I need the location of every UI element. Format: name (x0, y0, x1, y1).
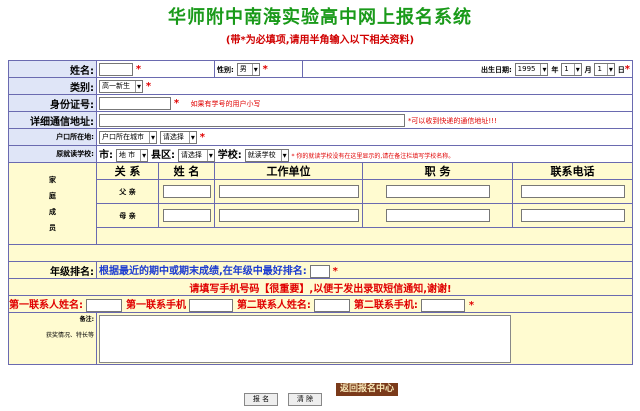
family-side-label: 家 庭 成 员 (8, 162, 97, 245)
birth-required: * (624, 63, 631, 75)
gender-required: * (262, 63, 268, 75)
family-header-position: 职 务 (362, 162, 514, 180)
mother-phone-input[interactable] (520, 209, 625, 222)
father-name-input[interactable] (162, 185, 211, 198)
family-side-char: 家 (49, 175, 56, 184)
school-label: 原就读学校: (8, 145, 97, 163)
school-note: * 你的就读学校没有在这里显示的,请在备注栏填写学校名称。 (291, 153, 455, 160)
family-relation-father: 父 亲 (96, 179, 159, 204)
address-label: 详细通信地址: (8, 111, 97, 129)
clear-button[interactable]: 清 除 (288, 393, 322, 406)
phone-note: 请填写手机号码【很重要】,以便于发出录取短信通知,谢谢! (189, 283, 452, 295)
mother-work-input[interactable] (218, 209, 359, 222)
id-label: 身份证号: (8, 94, 97, 112)
contact1-name-label: 第一联系人姓名: (9, 300, 83, 312)
spacer-row (7, 244, 634, 262)
family-relation-text: 父 亲 (119, 187, 136, 196)
family-header-relation: 关 系 (96, 162, 159, 180)
remark-textarea[interactable] (99, 314, 511, 363)
remark-sub-label: 获奖情况、特长等 (45, 332, 94, 339)
family-side-char: 庭 (49, 191, 56, 200)
father-work-input[interactable] (218, 185, 359, 198)
address-input[interactable] (99, 113, 405, 127)
rank-text: 根据最近的期中或期末成绩,在年级中最好排名: (99, 266, 307, 277)
hukou-district-select[interactable]: 请选择 (159, 130, 197, 144)
contact1-phone-input[interactable] (189, 298, 234, 312)
contact2-phone-label: 第二联系手机: (353, 300, 418, 312)
contacts-required: * (468, 300, 475, 312)
page-subtitle: (带*为必填项,请用半角输入以下相关资料) (225, 35, 415, 46)
gender-label: 性别: (217, 65, 234, 74)
rank-required: * (332, 266, 338, 277)
registration-form: 姓名: * 性别: 男 * 出生日期: 1995 年 1 月 1 日* 类别: … (7, 60, 634, 365)
school-select[interactable]: 就读学校 (244, 149, 289, 162)
page-title: 华师附中南海实验高中网上报名系统 (168, 7, 472, 28)
name-input[interactable] (99, 62, 133, 76)
category-select[interactable]: 高一新生 (99, 79, 143, 93)
back-to-center-button[interactable]: 返回报名中心 (336, 383, 398, 396)
category-required: * (145, 80, 152, 92)
father-position-input[interactable] (385, 185, 490, 198)
birth-month-select[interactable]: 1 (561, 62, 582, 76)
hukou-city-select[interactable]: 户口所在城市 (99, 130, 157, 144)
remark-label: 备注: (79, 316, 94, 323)
day-unit: 日 (617, 65, 625, 74)
birth-label: 出生日期: (480, 65, 512, 74)
contact1-name-input[interactable] (86, 298, 123, 312)
id-required: * (173, 97, 180, 109)
address-note: *可以收到快递的通信地址!!! (407, 116, 497, 125)
family-header-phone: 联系电话 (512, 162, 634, 180)
rank-label: 年级排名: (8, 261, 97, 279)
name-required: * (135, 63, 142, 75)
district-label: 县区: (150, 150, 175, 161)
gender-select[interactable]: 男 (236, 62, 260, 76)
family-header-workplace: 工作单位 (214, 162, 364, 180)
city-select[interactable]: 地 市 (115, 149, 149, 162)
father-phone-input[interactable] (520, 185, 625, 198)
family-relation-mother: 母 亲 (96, 203, 159, 228)
contact1-phone-label: 第一联系手机 (125, 300, 186, 312)
category-label: 类别: (8, 77, 97, 95)
family-relation-text: 母 亲 (119, 211, 136, 220)
rank-input[interactable] (309, 265, 330, 278)
birth-year-select[interactable]: 1995 (514, 62, 549, 76)
submit-button[interactable]: 报 名 (244, 393, 278, 406)
month-unit: 月 (584, 65, 592, 74)
birth-day-select[interactable]: 1 (594, 62, 615, 76)
year-unit: 年 (551, 65, 559, 74)
city-label: 市: (99, 150, 113, 161)
contact2-phone-input[interactable] (421, 298, 466, 312)
family-side-char: 成 (49, 207, 56, 216)
family-side-char: 员 (49, 223, 56, 232)
family-spacer (95, 227, 634, 245)
id-input[interactable] (99, 96, 171, 110)
hukou-label: 户口所在地: (8, 128, 97, 146)
contact2-name-label: 第二联系人姓名: (236, 300, 311, 312)
mother-name-input[interactable] (162, 209, 211, 222)
family-header-name: 姓 名 (157, 162, 216, 180)
contact2-name-input[interactable] (314, 298, 351, 312)
school-select-label: 学校: (217, 150, 242, 161)
hukou-required: * (199, 131, 205, 143)
name-label: 姓名: (8, 60, 97, 78)
id-note: 如果有学号的用户小写 (190, 99, 261, 108)
mother-position-input[interactable] (385, 209, 490, 222)
district-select[interactable]: 请选择 (177, 149, 215, 162)
